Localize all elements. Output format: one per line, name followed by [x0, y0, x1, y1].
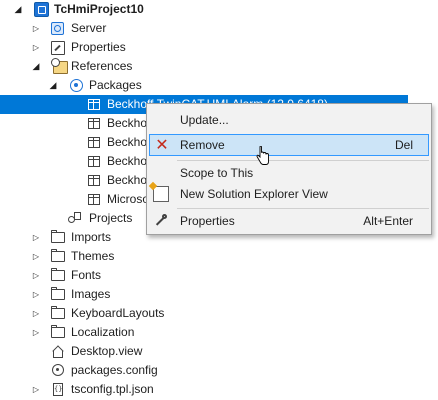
json-file-icon	[53, 383, 63, 396]
menu-item-properties[interactable]: Properties Alt+Enter	[149, 210, 429, 232]
package-label: Beckho	[107, 173, 148, 187]
tree-node-label: References	[71, 59, 133, 73]
collapse-icon[interactable]: ◢	[12, 0, 24, 19]
projects-icon	[68, 212, 81, 224]
packages-icon	[70, 79, 83, 92]
package-icon	[88, 156, 100, 167]
expand-icon[interactable]: ▷	[30, 38, 42, 57]
expand-icon[interactable]: ▷	[30, 247, 42, 266]
remove-x-icon: ✕	[155, 137, 169, 154]
folder-icon	[51, 230, 65, 243]
collapse-icon[interactable]: ◢	[47, 76, 59, 95]
tree-node-label: Fonts	[71, 268, 102, 282]
package-label: Beckho	[107, 154, 148, 168]
home-view-icon	[52, 346, 64, 358]
expand-icon[interactable]: ▷	[30, 323, 42, 342]
tree-node-file[interactable]: ▷ tsconfig.tpl.json	[0, 380, 438, 399]
package-label: Beckho	[107, 135, 148, 149]
tree-node-properties[interactable]: ▷ Properties	[0, 38, 438, 57]
tree-node-folder[interactable]: ▷ Images	[0, 285, 438, 304]
menu-item-label: New Solution Explorer View	[180, 187, 328, 201]
folder-icon	[51, 325, 65, 338]
package-icon	[88, 99, 100, 110]
tree-node-label: Desktop.view	[71, 344, 143, 358]
tree-node-folder[interactable]: ▷ Themes	[0, 247, 438, 266]
tree-node-label: Imports	[71, 230, 112, 244]
tree-node-server[interactable]: ▷ Server	[0, 19, 438, 38]
menu-item-update[interactable]: Update...	[149, 109, 429, 131]
package-icon	[88, 137, 100, 148]
expand-icon[interactable]: ▷	[30, 266, 42, 285]
menu-item-scope-to-this[interactable]: Scope to This	[149, 162, 429, 184]
menu-item-label: Scope to This	[180, 166, 254, 180]
tree-node-label: tsconfig.tpl.json	[71, 382, 154, 396]
expand-icon[interactable]: ▷	[30, 380, 42, 399]
menu-item-label: Properties	[180, 214, 235, 228]
menu-separator	[177, 208, 429, 209]
tree-node-label: KeyboardLayouts	[71, 306, 165, 320]
expand-icon[interactable]: ▷	[30, 285, 42, 304]
tree-node-label: Projects	[89, 211, 133, 225]
expand-icon[interactable]: ▷	[30, 304, 42, 323]
expand-icon[interactable]: ▷	[30, 228, 42, 247]
tree-node-folder[interactable]: ▷ Localization	[0, 323, 438, 342]
tree-node-references[interactable]: ◢ References	[0, 57, 438, 76]
menu-item-shortcut: Alt+Enter	[363, 214, 413, 228]
menu-item-label: Update...	[180, 113, 229, 127]
collapse-icon[interactable]: ◢	[30, 57, 42, 76]
tree-node-label: Localization	[71, 325, 135, 339]
tree-node-label: Themes	[71, 249, 115, 263]
hmi-project-icon	[34, 2, 49, 17]
tree-node-label: packages.config	[71, 363, 158, 377]
folder-icon	[51, 268, 65, 281]
context-menu: Update... ✕ Remove Del Scope to This New…	[146, 103, 432, 235]
tree-node-file[interactable]: Desktop.view	[0, 342, 438, 361]
folder-icon	[51, 249, 65, 262]
hand-cursor-icon	[256, 146, 269, 165]
wrench-icon	[51, 41, 65, 55]
menu-item-remove[interactable]: ✕ Remove Del	[149, 134, 429, 156]
menu-item-label: Remove	[180, 138, 225, 152]
menu-item-shortcut: Del	[394, 138, 413, 152]
package-label: Beckho	[107, 116, 148, 130]
tree-node-file[interactable]: packages.config	[0, 361, 438, 380]
new-view-icon	[153, 186, 169, 202]
package-icon	[88, 175, 100, 186]
menu-item-new-solution-explorer-view[interactable]: New Solution Explorer View	[149, 183, 429, 205]
folder-icon	[51, 287, 65, 300]
references-icon	[51, 58, 68, 74]
tree-node-label: Properties	[71, 40, 126, 54]
config-file-icon	[52, 364, 64, 376]
expand-icon[interactable]: ▷	[30, 19, 42, 38]
wrench-icon	[153, 213, 169, 229]
package-label: Microso	[107, 192, 150, 206]
tree-node-folder[interactable]: ▷ Fonts	[0, 266, 438, 285]
tree-node-label: Server	[71, 21, 107, 35]
tree-node-folder[interactable]: ▷ KeyboardLayouts	[0, 304, 438, 323]
tree-node-label: Images	[71, 287, 111, 301]
package-icon	[88, 194, 100, 205]
folder-icon	[51, 306, 65, 319]
tree-node-packages[interactable]: ◢ Packages	[0, 76, 438, 95]
server-icon	[51, 22, 64, 35]
project-name: TcHmiProject10	[54, 2, 144, 16]
tree-node-root[interactable]: ◢ TcHmiProject10	[0, 0, 438, 19]
menu-separator	[177, 160, 429, 161]
package-icon	[88, 118, 100, 129]
tree-node-label: Packages	[89, 78, 142, 92]
